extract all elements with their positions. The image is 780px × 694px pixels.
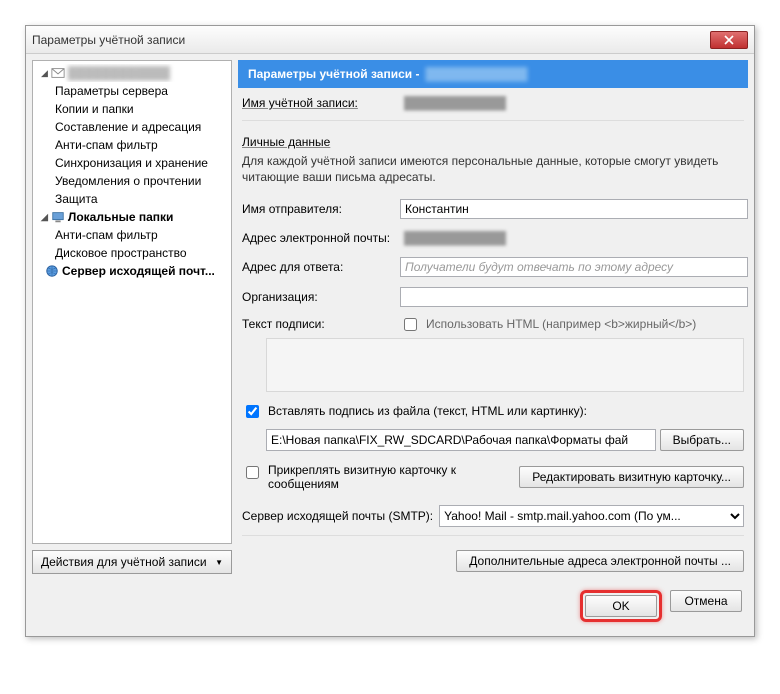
sidebar: ◢ ████████████ Параметры сервера Копии и… <box>32 60 232 574</box>
signature-label: Текст подписи: <box>242 317 400 331</box>
account-name-label: Имя учётной записи: <box>242 96 400 110</box>
ok-highlight: OK <box>580 590 662 622</box>
personal-section-desc: Для каждой учётной записи имеются персон… <box>242 153 744 185</box>
tree-item-security[interactable]: Защита <box>33 190 231 208</box>
account-tree[interactable]: ◢ ████████████ Параметры сервера Копии и… <box>32 60 232 544</box>
signature-file-path-input[interactable] <box>266 429 656 451</box>
window-title: Параметры учётной записи <box>32 33 710 47</box>
computer-icon <box>51 210 65 224</box>
organization-input[interactable] <box>400 287 748 307</box>
cancel-button[interactable]: Отмена <box>670 590 742 612</box>
ok-button[interactable]: OK <box>585 595 657 617</box>
signature-from-file-checkbox[interactable] <box>246 405 259 418</box>
tree-item-antispam[interactable]: Анти-спам фильтр <box>33 136 231 154</box>
email-label: Адрес электронной почты: <box>242 231 400 245</box>
signature-textarea[interactable] <box>266 338 744 392</box>
main-panel: Параметры учётной записи - ████████████ … <box>238 60 748 574</box>
tree-item-sync[interactable]: Синхронизация и хранение <box>33 154 231 172</box>
tree-item-copies[interactable]: Копии и папки <box>33 100 231 118</box>
use-html-checkbox[interactable] <box>404 318 417 331</box>
signature-from-file-label: Вставлять подпись из файла (текст, HTML … <box>268 404 587 418</box>
attach-vcard-label: Прикреплять визитную карточку к сообщени… <box>268 463 478 491</box>
dropdown-icon: ▼ <box>215 558 223 567</box>
email-value: ████████████ <box>400 229 748 247</box>
titlebar: Параметры учётной записи <box>26 26 754 54</box>
sender-name-input[interactable] <box>400 199 748 219</box>
close-icon <box>724 35 734 45</box>
account-settings-dialog: Параметры учётной записи ◢ ████████████ … <box>25 25 755 637</box>
edit-vcard-button[interactable]: Редактировать визитную карточку... <box>519 466 744 488</box>
tree-item-receipts[interactable]: Уведомления о прочтении <box>33 172 231 190</box>
personal-section-title: Личные данные <box>242 135 748 149</box>
mail-icon <box>51 66 65 80</box>
use-html-label: Использовать HTML (например <b>жирный</b… <box>426 317 696 331</box>
close-button[interactable] <box>710 31 748 49</box>
org-label: Организация: <box>242 290 400 304</box>
account-name-value: ████████████ <box>400 94 748 112</box>
tree-item-server[interactable]: Параметры сервера <box>33 82 231 100</box>
globe-icon <box>45 264 59 278</box>
browse-button[interactable]: Выбрать... <box>660 429 744 451</box>
dialog-footer: OK Отмена <box>26 580 754 636</box>
sender-name-label: Имя отправителя: <box>242 202 400 216</box>
tree-item-local-antispam[interactable]: Анти-спам фильтр <box>33 226 231 244</box>
tree-account-root[interactable]: ◢ ████████████ <box>33 64 231 82</box>
account-actions-button[interactable]: Действия для учётной записи ▼ <box>32 550 232 574</box>
tree-item-compose[interactable]: Составление и адресация <box>33 118 231 136</box>
smtp-label: Сервер исходящей почты (SMTP): <box>242 509 433 523</box>
more-addresses-button[interactable]: Дополнительные адреса электронной почты … <box>456 550 744 572</box>
twisty-icon: ◢ <box>41 212 48 223</box>
banner: Параметры учётной записи - ████████████ <box>238 60 748 88</box>
smtp-select[interactable]: Yahoo! Mail - smtp.mail.yahoo.com (По ум… <box>439 505 744 527</box>
tree-item-diskspace[interactable]: Дисковое пространство <box>33 244 231 262</box>
twisty-icon: ◢ <box>41 68 48 79</box>
tree-smtp[interactable]: Сервер исходящей почт... <box>33 262 231 280</box>
tree-local-folders[interactable]: ◢ Локальные папки <box>33 208 231 226</box>
reply-to-input[interactable] <box>400 257 748 277</box>
reply-label: Адрес для ответа: <box>242 260 400 274</box>
attach-vcard-checkbox[interactable] <box>246 466 259 479</box>
